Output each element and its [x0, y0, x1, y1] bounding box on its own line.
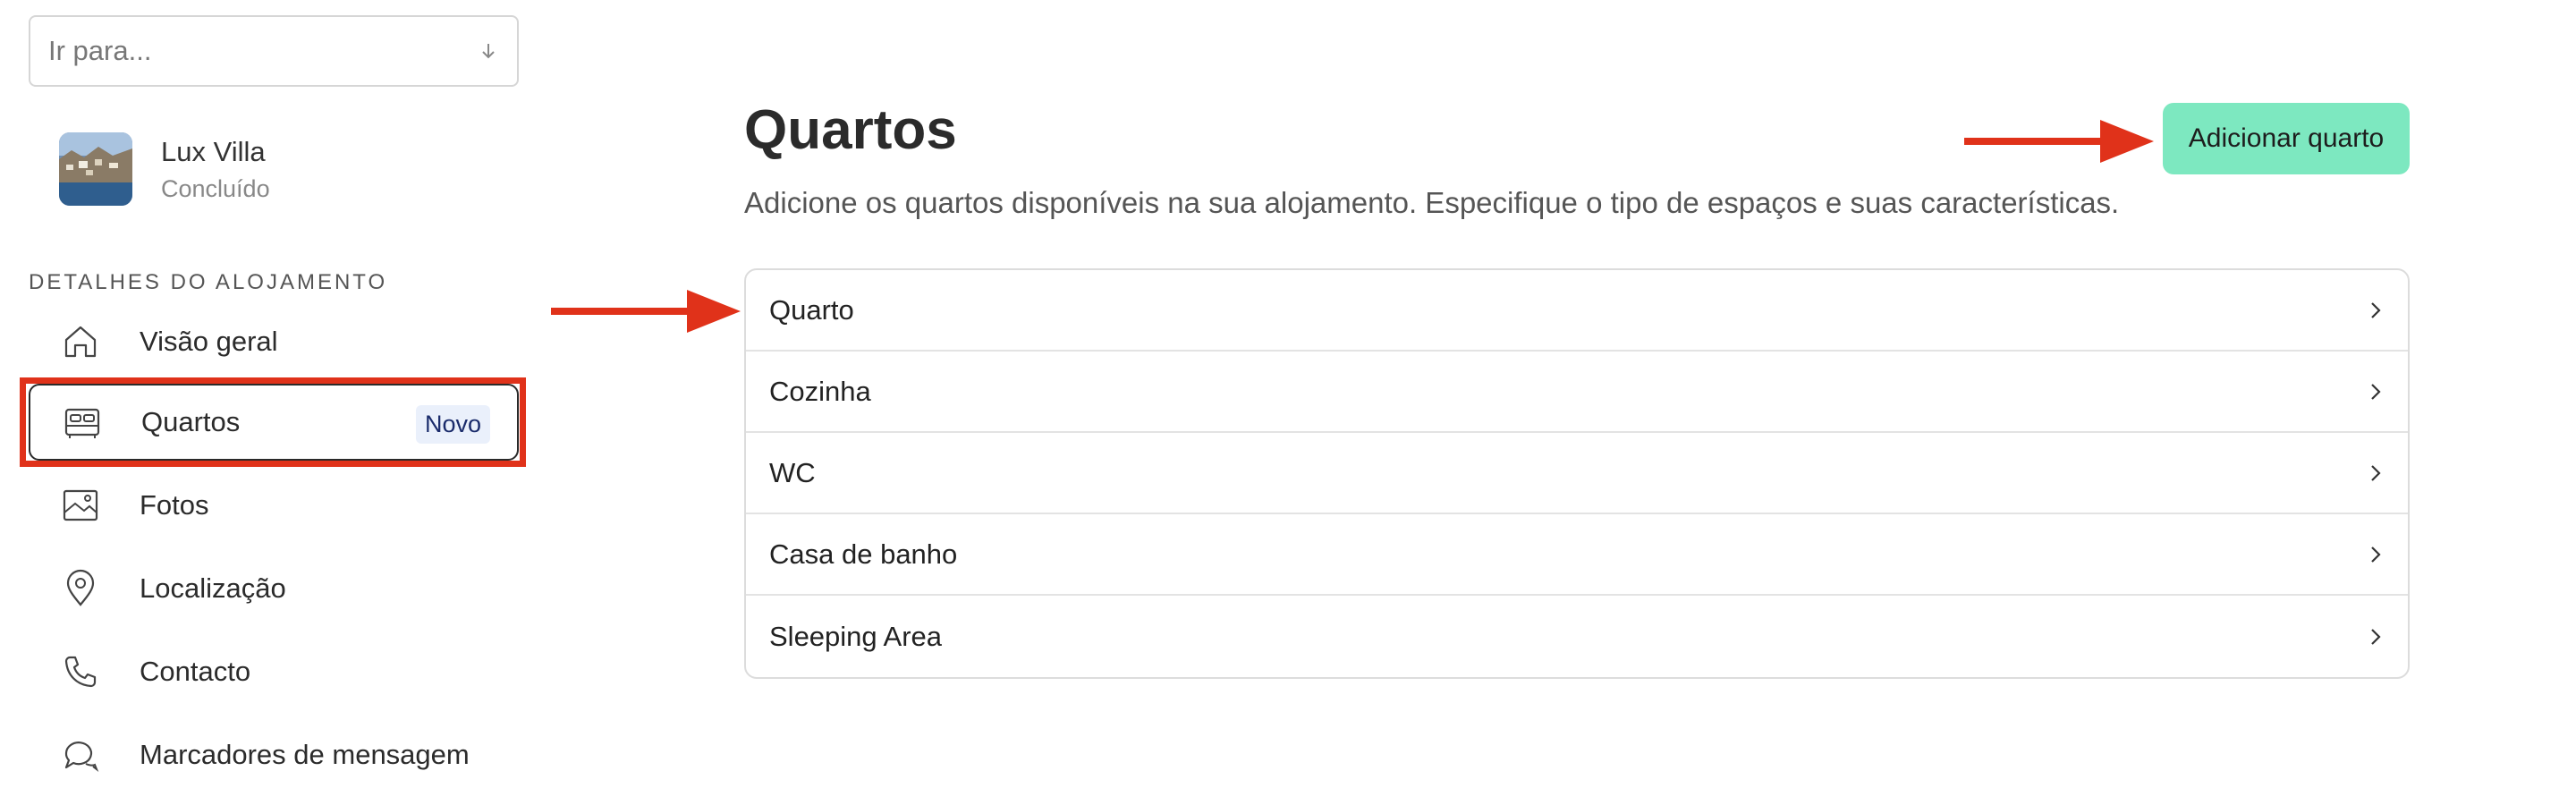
sidebar-item-location[interactable]: Localização [29, 550, 519, 627]
sidebar-item-label: Contacto [140, 656, 251, 687]
annotation-arrow-icon [551, 290, 741, 333]
phone-icon [64, 656, 97, 688]
room-label: WC [769, 456, 816, 488]
property-card[interactable]: Lux Villa Concluído [59, 132, 270, 206]
chevron-right-icon [2371, 464, 2381, 481]
property-info: Lux Villa Concluído [161, 136, 270, 203]
page-subtitle: Adicione os quartos disponíveis na sua a… [744, 186, 2120, 219]
room-label: Cozinha [769, 375, 871, 407]
new-badge: Novo [415, 405, 490, 444]
chat-bubbles-icon [64, 741, 99, 772]
room-list: Quarto Cozinha WC Casa de banho Sleeping… [744, 268, 2410, 679]
sidebar-item-photos[interactable]: Fotos [29, 467, 519, 544]
sidebar-item-label: Marcadores de mensagem [140, 739, 470, 770]
annotation-arrow-icon [1964, 120, 2154, 163]
home-icon [64, 326, 97, 358]
room-label: Quarto [769, 293, 854, 326]
property-thumbnail [59, 132, 132, 206]
sidebar-item-label: Visão geral [140, 326, 278, 357]
arrow-down-icon [482, 44, 495, 59]
room-row-wc[interactable]: WC [746, 433, 2408, 514]
sidebar-item-label: Quartos [141, 406, 241, 437]
room-label: Sleeping Area [769, 620, 943, 652]
image-icon [63, 489, 98, 521]
page: Ir para... Lux Villa Concluído DETALHES [0, 0, 2576, 805]
goto-select[interactable]: Ir para... [29, 15, 519, 87]
bed-icon [64, 408, 100, 438]
goto-placeholder: Ir para... [48, 35, 152, 66]
chevron-right-icon [2371, 546, 2381, 563]
page-title: Quartos [744, 99, 957, 161]
room-label: Casa de banho [769, 538, 958, 570]
property-name: Lux Villa [161, 135, 266, 167]
sidebar-item-label: Localização [140, 572, 286, 604]
add-room-button[interactable]: Adicionar quarto [2163, 103, 2410, 174]
chevron-right-icon [2371, 383, 2381, 400]
section-label: DETALHES DO ALOJAMENTO [29, 270, 388, 294]
room-row-casa-de-banho[interactable]: Casa de banho [746, 514, 2408, 596]
room-row-quarto[interactable]: Quarto [746, 270, 2408, 352]
chevron-right-icon [2371, 628, 2381, 645]
room-row-cozinha[interactable]: Cozinha [746, 352, 2408, 433]
room-row-sleeping-area[interactable]: Sleeping Area [746, 596, 2408, 677]
sidebar-item-message-tags[interactable]: Marcadores de mensagem [29, 716, 519, 793]
property-status: Concluído [161, 174, 270, 202]
sidebar-item-overview[interactable]: Visão geral [29, 303, 519, 380]
chevron-right-icon [2371, 301, 2381, 318]
location-pin-icon [66, 569, 95, 606]
sidebar-item-contact[interactable]: Contacto [29, 633, 519, 710]
sidebar-item-rooms[interactable]: Quartos Novo [29, 384, 519, 461]
sidebar-item-label: Fotos [140, 489, 209, 521]
